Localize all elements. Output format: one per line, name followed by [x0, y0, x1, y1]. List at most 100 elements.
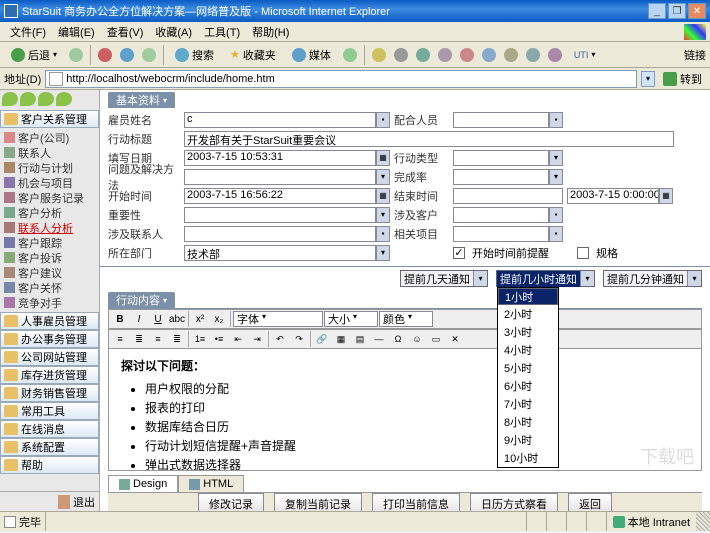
hour-option[interactable]: 4小时	[498, 341, 558, 359]
smiley-button[interactable]: ☺	[408, 331, 426, 347]
calendar-icon[interactable]: ▦	[659, 188, 673, 204]
sidebar-group-tools[interactable]: 常用工具	[0, 402, 99, 420]
table-button[interactable]: ▤	[351, 331, 369, 347]
sidebar-group-website[interactable]: 公司网站管理	[0, 348, 99, 366]
menu-favorites[interactable]: 收藏(A)	[149, 22, 198, 42]
align-right-button[interactable]: ≡	[149, 331, 167, 347]
favorites-button[interactable]: ★收藏夹	[223, 45, 283, 65]
media-button[interactable]: 媒体	[285, 45, 338, 65]
calendar-icon[interactable]: ▦	[376, 150, 390, 166]
print-button[interactable]	[391, 45, 411, 65]
extra-button-1[interactable]	[457, 45, 477, 65]
calendar-icon[interactable]: ▦	[376, 188, 390, 204]
lookup-icon[interactable]: ▪	[549, 226, 563, 242]
tree-competitor[interactable]: 竞争对手	[4, 295, 99, 310]
editor-body[interactable]: 探讨以下问题： 用户权限的分配 报表的打印 数据库结合日历 行动计划短信提醒+声…	[108, 349, 702, 471]
strike-button[interactable]: abc	[168, 311, 186, 327]
hour-option[interactable]: 7小时	[498, 395, 558, 413]
tree-action-plan[interactable]: 行动与计划	[4, 160, 99, 175]
tree-suggestion[interactable]: 客户建议	[4, 265, 99, 280]
extra-button-2[interactable]	[479, 45, 499, 65]
underline-button[interactable]: U	[149, 311, 167, 327]
field-importance[interactable]: ▾	[184, 207, 390, 223]
undo-button[interactable]: ↶	[271, 331, 289, 347]
field-related-contact[interactable]: ▪	[184, 226, 390, 242]
sidebar-group-inventory[interactable]: 库存进货管理	[0, 366, 99, 384]
bold-button[interactable]: B	[111, 311, 129, 327]
window-maximize-button[interactable]: ❐	[668, 3, 686, 19]
extra-button-3[interactable]	[501, 45, 521, 65]
field-action-type[interactable]: ▾	[453, 150, 563, 166]
lookup-icon[interactable]: ▪	[549, 207, 563, 223]
date-button[interactable]: ▭	[427, 331, 445, 347]
field-partner[interactable]: ▪	[453, 112, 563, 128]
hour-option[interactable]: 5小时	[498, 359, 558, 377]
mail-button[interactable]	[369, 45, 389, 65]
hour-option[interactable]: 8小时	[498, 413, 558, 431]
design-tab[interactable]: Design	[108, 475, 178, 492]
tree-care[interactable]: 客户关怀	[4, 280, 99, 295]
dropdown-icon[interactable]: ▾	[376, 207, 390, 223]
indent-button[interactable]: ⇥	[248, 331, 266, 347]
tab-basic-info[interactable]: 基本资料▾	[108, 92, 175, 108]
modify-record-button[interactable]: 修改记录	[198, 493, 264, 511]
hr-button[interactable]: —	[370, 331, 388, 347]
lookup-icon[interactable]: ▪	[376, 112, 390, 128]
search-button[interactable]: 搜索	[168, 45, 221, 65]
tab-action-content[interactable]: 行动内容▾	[108, 292, 175, 308]
window-close-button[interactable]: ✕	[688, 3, 706, 19]
menu-file[interactable]: 文件(F)	[4, 22, 52, 42]
tree-opportunity[interactable]: 机会与项目	[4, 175, 99, 190]
dropdown-icon[interactable]: ▾	[549, 169, 563, 185]
field-completion-rate[interactable]: ▾	[453, 169, 563, 185]
sidebar-group-messages[interactable]: 在线消息	[0, 420, 99, 438]
encoding-button[interactable]: UTI▾	[567, 45, 603, 65]
redo-button[interactable]: ↷	[290, 331, 308, 347]
italic-button[interactable]: I	[130, 311, 148, 327]
outdent-button[interactable]: ⇤	[229, 331, 247, 347]
menu-view[interactable]: 查看(V)	[101, 22, 150, 42]
tree-customer-company[interactable]: 客户(公司)	[4, 130, 99, 145]
sidebar-group-sysconfig[interactable]: 系统配置	[0, 438, 99, 456]
dropdown-icon[interactable]: ▾	[376, 245, 390, 261]
field-write-date[interactable]: 2003-7-15 10:53:31▦	[184, 150, 390, 166]
field-related-project[interactable]: ▪	[453, 226, 563, 242]
sidebar-exit[interactable]: 退出	[0, 491, 99, 511]
stop-button[interactable]	[95, 45, 115, 65]
extra-button-5[interactable]	[545, 45, 565, 65]
color-select[interactable]: 颜色▾	[379, 311, 433, 327]
hour-option[interactable]: 9小时	[498, 431, 558, 449]
tree-customer-analysis[interactable]: 客户分析	[4, 205, 99, 220]
dropdown-icon[interactable]: ▾	[549, 150, 563, 166]
link-button[interactable]: 🔗	[313, 331, 331, 347]
field-related-customer[interactable]: ▪	[453, 207, 563, 223]
discuss-button[interactable]	[435, 45, 455, 65]
sidebar-group-help[interactable]: 帮助	[0, 456, 99, 474]
field-department[interactable]: 技术部▾	[184, 245, 390, 261]
size-select[interactable]: 大小▾	[324, 311, 378, 327]
edit-button[interactable]	[413, 45, 433, 65]
select-minutes-ahead[interactable]: 提前几分钟通知▾	[603, 270, 702, 287]
home-button[interactable]	[139, 45, 159, 65]
print-record-button[interactable]: 打印当前信息	[372, 493, 460, 511]
window-minimize-button[interactable]: _	[648, 3, 666, 19]
select-days-ahead[interactable]: 提前几天通知▾	[400, 270, 488, 287]
unordered-list-button[interactable]: •≡	[210, 331, 228, 347]
tree-contact-analysis[interactable]: 联系人分析	[4, 220, 99, 235]
sidebar-group-finance[interactable]: 财务销售管理	[0, 384, 99, 402]
checkbox-remind-before-start[interactable]: ✓	[453, 247, 465, 259]
links-label[interactable]: 链接	[684, 47, 706, 63]
resize-grip[interactable]	[696, 512, 710, 531]
history-button[interactable]	[340, 45, 360, 65]
hour-option[interactable]: 3小时	[498, 323, 558, 341]
field-action-title[interactable]: 开发部有关于StarSuit重要会议	[184, 131, 674, 147]
sidebar-group-office[interactable]: 办公事务管理	[0, 330, 99, 348]
field-employee-name[interactable]: c▪	[184, 112, 390, 128]
field-end-time-value[interactable]: 2003-7-15 0:00:00▦	[567, 188, 673, 204]
sidebar-group-hr[interactable]: 人事雇员管理	[0, 312, 99, 330]
hour-option[interactable]: 1小时	[498, 288, 558, 305]
go-button[interactable]: 转到	[659, 71, 706, 87]
symbol-button[interactable]: Ω	[389, 331, 407, 347]
menu-help[interactable]: 帮助(H)	[246, 22, 295, 42]
tree-contact[interactable]: 联系人	[4, 145, 99, 160]
